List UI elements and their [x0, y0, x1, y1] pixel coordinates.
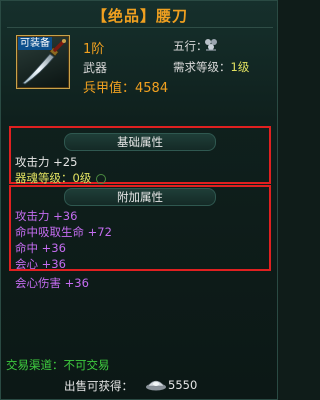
extra-attributes-header: 附加属性 [64, 188, 216, 206]
title-divider [7, 27, 273, 28]
power-label: 兵甲值： [83, 81, 136, 96]
required-level-row: 需求等级：1级 [173, 59, 249, 75]
extra-attributes-highlight: 附加属性 攻击力 +36 命中吸取生命 +72 命中 +36 会心 +36 [9, 185, 271, 271]
power-value-row: 兵甲值：4584 [83, 77, 168, 96]
extra-attr-line: 会心 +36 [15, 257, 66, 271]
item-type: 武器 [83, 61, 108, 75]
item-tier: 1阶 [83, 42, 105, 57]
item-tooltip-panel: 【绝品】腰刀 可装备 1阶 武器 兵甲值：4584 五行： 需求等级：1级 基础… [0, 0, 278, 400]
silver-ingot-icon [146, 380, 166, 391]
power-value: 4584 [135, 81, 169, 96]
item-title: 【绝品】腰刀 [91, 7, 188, 25]
five-elements-icon [205, 39, 217, 51]
base-attributes-highlight: 基础属性 攻击力 +25 器魂等级：0级 [9, 126, 271, 186]
extra-attr-line: 命中吸取生命 +72 [15, 225, 112, 239]
base-attack-line: 攻击力 +25 [15, 155, 78, 169]
soul-slot-circle-icon [96, 173, 107, 184]
base-attributes-header: 基础属性 [64, 133, 216, 151]
sell-price-value: 5550 [168, 378, 198, 392]
trade-channel-text: 交易渠道：不可交易 [6, 358, 110, 372]
soul-level-row: 器魂等级：0级 [15, 170, 107, 186]
extra-attr-line: 会心伤害 +36 [15, 276, 89, 290]
extra-attr-line: 命中 +36 [15, 241, 66, 255]
extra-attr-line: 攻击力 +36 [15, 209, 78, 223]
required-level-label: 需求等级： [173, 60, 231, 74]
equippable-badge: 可装备 [18, 37, 52, 50]
sell-price-label: 出售可获得： [64, 379, 133, 393]
soul-level-line: 器魂等级：0级 [15, 171, 92, 185]
required-level-value: 1级 [230, 60, 250, 74]
